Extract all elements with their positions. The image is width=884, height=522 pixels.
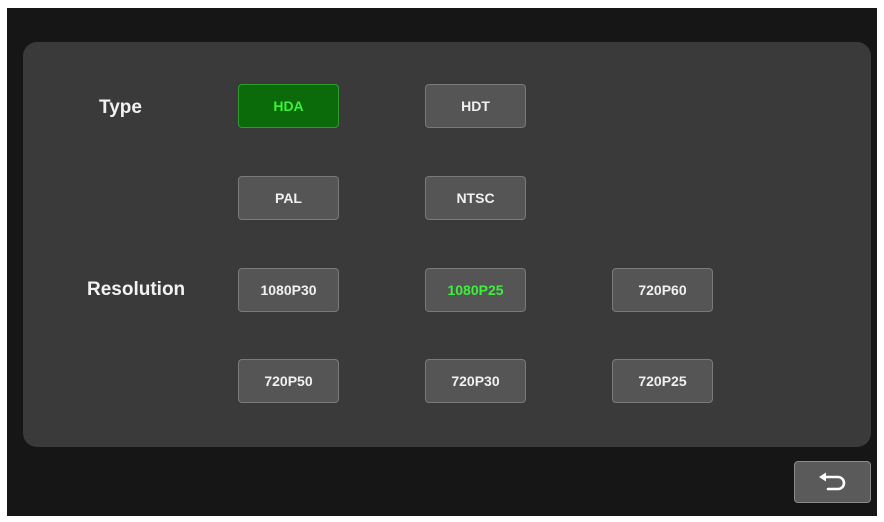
type-label: Type: [99, 97, 142, 118]
settings-screen: Type HDA HDT PAL NTSC Resolution 1080P30…: [7, 8, 877, 516]
resolution-1080p30-button[interactable]: 1080P30: [238, 268, 339, 312]
resolution-720p30-button[interactable]: 720P30: [425, 359, 526, 403]
resolution-720p60-button[interactable]: 720P60: [612, 268, 713, 312]
type-hdt-button[interactable]: HDT: [425, 84, 526, 128]
back-button[interactable]: [794, 461, 871, 503]
resolution-720p25-button[interactable]: 720P25: [612, 359, 713, 403]
video-settings-panel: Type HDA HDT PAL NTSC Resolution 1080P30…: [23, 42, 871, 447]
back-arrow-icon: [815, 471, 851, 493]
type-ntsc-button[interactable]: NTSC: [425, 176, 526, 220]
resolution-1080p25-button[interactable]: 1080P25: [425, 268, 526, 312]
resolution-label: Resolution: [87, 279, 186, 300]
type-hda-button[interactable]: HDA: [238, 84, 339, 128]
resolution-720p50-button[interactable]: 720P50: [238, 359, 339, 403]
type-pal-button[interactable]: PAL: [238, 176, 339, 220]
